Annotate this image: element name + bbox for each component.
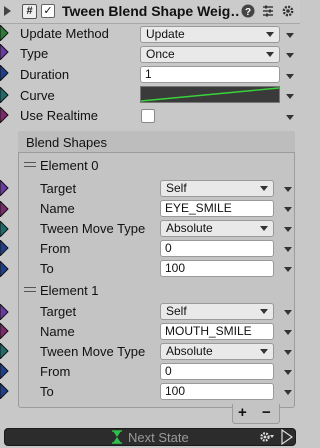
chevron-down-icon [266, 32, 274, 37]
from-field[interactable]: 0 [160, 240, 274, 257]
chevron-down-icon[interactable] [284, 310, 292, 315]
type-value: Once [146, 47, 175, 61]
chevron-down-icon [260, 349, 268, 354]
chevron-down-icon[interactable] [286, 33, 294, 38]
port-icon[interactable] [0, 363, 10, 379]
use-realtime-checkbox[interactable] [141, 109, 155, 123]
chevron-down-icon [260, 226, 268, 231]
update-method-value: Update [146, 27, 185, 41]
chevron-down-icon[interactable] [284, 330, 292, 335]
tween-move-type-label: Tween Move Type [40, 221, 146, 236]
name-field[interactable]: EYE_SMILE [160, 200, 274, 217]
update-method-dropdown[interactable]: Update [140, 26, 280, 43]
gear-icon[interactable] [258, 430, 274, 444]
component-title: Tween Blend Shape Weig… [62, 3, 240, 19]
sliders-icon[interactable] [260, 3, 276, 19]
from-label: From [40, 364, 71, 379]
chevron-down-icon[interactable] [284, 227, 292, 232]
hourglass-icon [110, 430, 124, 444]
help-icon[interactable]: ? [240, 3, 256, 19]
chevron-down-icon[interactable] [284, 207, 292, 212]
chevron-down-icon[interactable] [284, 247, 292, 252]
tween-move-type-dropdown[interactable]: Absolute [160, 220, 274, 237]
to-label: To [40, 261, 54, 276]
port-icon[interactable] [0, 240, 10, 256]
chevron-down-icon [260, 309, 268, 314]
script-icon: # [22, 4, 37, 19]
name-field[interactable]: MOUTH_SMILE [160, 323, 274, 340]
target-value: Self [166, 181, 187, 195]
drag-handle-icon[interactable] [24, 287, 36, 296]
from-label: From [40, 241, 71, 256]
port-icon[interactable] [0, 87, 10, 103]
chevron-down-icon[interactable] [286, 115, 294, 120]
port-icon[interactable] [0, 261, 10, 277]
port-icon[interactable] [0, 65, 10, 81]
add-element-button[interactable]: + [238, 404, 247, 421]
port-icon[interactable] [0, 343, 10, 359]
duration-field[interactable]: 1 [140, 66, 280, 83]
curve-field[interactable] [140, 86, 280, 103]
to-field[interactable]: 100 [160, 383, 274, 400]
port-icon[interactable] [0, 180, 10, 196]
drag-handle-icon[interactable] [24, 162, 36, 171]
chevron-down-icon[interactable] [286, 74, 294, 79]
gear-icon[interactable] [280, 3, 296, 19]
target-label: Target [40, 181, 77, 196]
port-icon[interactable] [0, 44, 10, 60]
use-realtime-label: Use Realtime [20, 108, 99, 123]
tween-move-type-value: Absolute [166, 344, 213, 358]
update-method-label: Update Method [20, 26, 109, 41]
name-label: Name [40, 201, 75, 216]
remove-element-button[interactable]: − [262, 404, 271, 421]
chevron-down-icon[interactable] [286, 53, 294, 58]
tween-move-type-label: Tween Move Type [40, 344, 146, 359]
port-icon[interactable] [0, 221, 10, 237]
target-dropdown[interactable]: Self [160, 303, 274, 320]
target-value: Self [166, 304, 187, 318]
port-icon[interactable] [0, 107, 10, 123]
port-icon[interactable] [0, 323, 10, 339]
chevron-down-icon[interactable] [284, 267, 292, 272]
port-icon[interactable] [0, 304, 10, 320]
tween-move-type-dropdown[interactable]: Absolute [160, 343, 274, 360]
duration-label: Duration [20, 67, 70, 82]
foldout-arrow-icon[interactable] [4, 6, 11, 16]
chevron-down-icon[interactable] [284, 370, 292, 375]
to-field[interactable]: 100 [160, 260, 274, 277]
component-enabled-checkbox[interactable]: ✓ [41, 4, 55, 18]
chevron-down-icon [260, 186, 268, 191]
type-dropdown[interactable]: Once [140, 46, 280, 63]
svg-text:?: ? [245, 7, 251, 18]
blend-shapes-title: Blend Shapes [26, 135, 107, 150]
type-label: Type [20, 46, 49, 61]
chevron-down-icon[interactable] [284, 187, 292, 192]
chevron-down-icon[interactable] [284, 350, 292, 355]
port-icon[interactable] [0, 201, 10, 217]
next-state-label: Next State [128, 430, 189, 445]
chevron-down-icon [266, 52, 274, 57]
chevron-down-icon[interactable] [284, 390, 292, 395]
curve-label: Curve [20, 88, 55, 103]
port-icon[interactable] [0, 383, 10, 399]
name-label: Name [40, 324, 75, 339]
element-title: Element 1 [40, 283, 99, 298]
next-port-icon[interactable] [280, 428, 294, 446]
from-field[interactable]: 0 [160, 363, 274, 380]
element-title: Element 0 [40, 158, 99, 173]
tween-move-type-value: Absolute [166, 221, 213, 235]
chevron-down-icon[interactable] [286, 94, 294, 99]
to-label: To [40, 384, 54, 399]
target-dropdown[interactable]: Self [160, 180, 274, 197]
port-icon[interactable] [0, 25, 10, 41]
target-label: Target [40, 304, 77, 319]
